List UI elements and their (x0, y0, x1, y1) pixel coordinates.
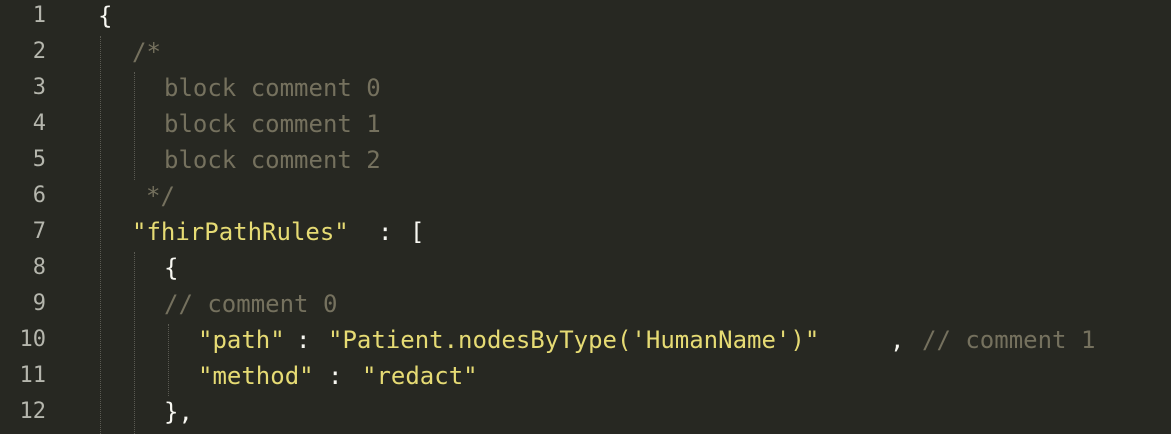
comma: , (890, 326, 905, 354)
block-comment-text: block comment 0 (164, 74, 381, 102)
colon: : (378, 218, 393, 246)
open-brace: { (164, 254, 179, 282)
code-line-5: block comment 2 (0, 142, 381, 178)
json-key: "fhirPathRules" (132, 218, 349, 246)
code-line-7: "fhirPathRules" : [ (0, 214, 424, 250)
open-bracket: [ (410, 218, 425, 246)
code-line-9: // comment 0 (0, 286, 337, 322)
code-line-10: "path" : "Patient.nodesByType('HumanName… (0, 322, 1095, 358)
code-line-6: */ (0, 178, 175, 214)
code-line-8: { (0, 250, 178, 286)
code-editor[interactable]: 1 2 3 4 5 6 7 8 9 10 11 12 { /* block co… (0, 0, 1171, 434)
colon: : (328, 362, 343, 390)
json-string-value: "Patient.nodesByType('HumanName')" (328, 326, 820, 354)
block-comment-text: block comment 1 (164, 110, 381, 138)
block-comment-text: block comment 2 (164, 146, 381, 174)
code-line-4: block comment 1 (0, 106, 381, 142)
json-string-value: "redact" (362, 362, 478, 390)
line-comment: // comment 1 (922, 326, 1096, 354)
code-line-1: { (0, 0, 112, 34)
code-area[interactable]: { /* block comment 0 block comment 1 blo… (0, 0, 1171, 434)
code-line-3: block comment 0 (0, 70, 381, 106)
json-key: "path" (198, 326, 285, 354)
line-comment: // comment 0 (164, 290, 338, 318)
json-key: "method" (198, 362, 314, 390)
code-line-11: "method" : "redact" (0, 358, 478, 394)
code-line-12: }, (0, 394, 193, 430)
block-comment-start: /* (132, 38, 161, 66)
block-comment-end: */ (146, 182, 175, 210)
close-brace-comma: }, (164, 398, 193, 426)
open-brace: { (98, 2, 113, 30)
code-line-2: /* (0, 34, 161, 70)
colon: : (296, 326, 311, 354)
